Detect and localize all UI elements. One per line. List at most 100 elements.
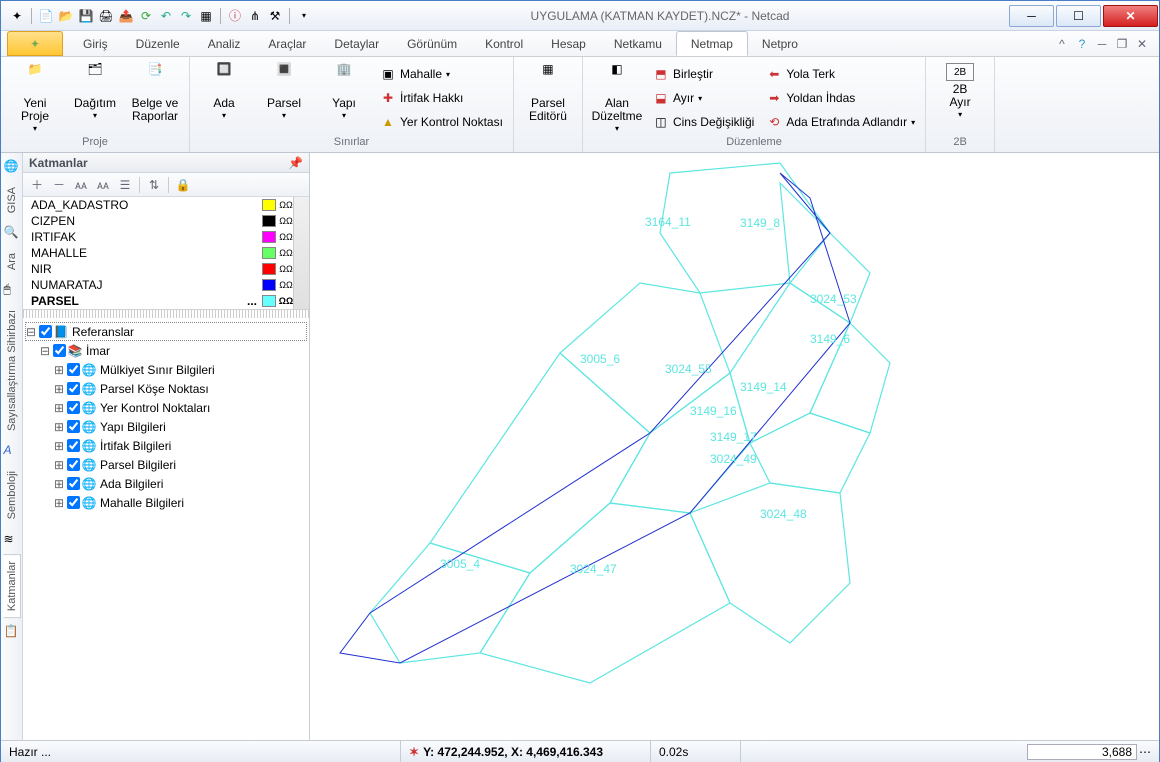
ada-etrafinda-button[interactable]: ⟲Ada Etrafında Adlandır ▾ xyxy=(762,111,919,133)
cins-button[interactable]: ◫Cins Değişikliği xyxy=(649,111,758,133)
tree-checkbox[interactable] xyxy=(67,420,80,433)
sidetab-gisa[interactable]: GISA xyxy=(4,181,20,219)
sort-icon[interactable]: ⇅ xyxy=(146,177,162,193)
2b-ayir-button[interactable]: 2B 2B Ayır▾ xyxy=(932,63,988,120)
alan-duzeltme-button[interactable]: ◧ Alan Düzeltme▾ xyxy=(589,63,645,134)
tree-item[interactable]: ⊞🌐Ada Bilgileri xyxy=(25,474,307,493)
grid-icon[interactable]: ▦ xyxy=(198,8,214,24)
scrollbar[interactable] xyxy=(293,197,309,309)
qat-dropdown-icon[interactable]: ▾ xyxy=(296,8,312,24)
parsel-editoru-button[interactable]: ▦ Parsel Editörü xyxy=(520,63,576,123)
tool-icon[interactable]: ⚒ xyxy=(267,8,283,24)
tree-item[interactable]: ⊞🌐İrtifak Bilgileri xyxy=(25,436,307,455)
help-icon[interactable]: ? xyxy=(1075,37,1089,51)
tree-checkbox[interactable] xyxy=(67,401,80,414)
status-value-input[interactable] xyxy=(1027,744,1137,760)
tree-item[interactable]: ⊞🌐Yer Kontrol Noktaları xyxy=(25,398,307,417)
map-canvas[interactable]: 3164_11 3149_8 3024_53 3149_6 3005_6 302… xyxy=(310,153,1159,740)
tab-araclar[interactable]: Araçlar xyxy=(254,31,320,56)
tab-netkamu[interactable]: Netkamu xyxy=(600,31,676,56)
ada-button[interactable]: 🔲 Ada▾ xyxy=(196,63,252,121)
sidetab-katmanlar[interactable]: Katmanlar xyxy=(3,554,21,618)
tree-checkbox[interactable] xyxy=(53,344,66,357)
print-icon[interactable]: 🖨 xyxy=(98,8,114,24)
tree-item[interactable]: ⊞🌐Mahalle Bilgileri xyxy=(25,493,307,512)
tree-item[interactable]: ⊞🌐Yapı Bilgileri xyxy=(25,417,307,436)
splitter[interactable] xyxy=(23,310,309,318)
graph-icon[interactable]: ⋔ xyxy=(247,8,263,24)
layer-row[interactable]: CIZPENΩΩ✖ xyxy=(23,213,309,229)
export-icon[interactable]: 📤 xyxy=(118,8,134,24)
undo-icon[interactable]: ↶ xyxy=(158,8,174,24)
layer-row[interactable]: NUMARATAJΩΩ✖ xyxy=(23,277,309,293)
layer-row[interactable]: MAHALLEΩΩ✖ xyxy=(23,245,309,261)
tree-checkbox[interactable] xyxy=(67,439,80,452)
layer-row[interactable]: ADA_KADASTROΩΩ✖ xyxy=(23,197,309,213)
tree-item[interactable]: ⊞🌐Parsel Bilgileri xyxy=(25,455,307,474)
tree-item[interactable]: ⊞🌐Parsel Köşe Noktası xyxy=(25,379,307,398)
redo-icon[interactable]: ↷ xyxy=(178,8,194,24)
status-more-icon[interactable]: ⋯ xyxy=(1139,745,1151,759)
close-button[interactable]: ✕ xyxy=(1103,5,1158,27)
yola-terk-button[interactable]: ⬅Yola Terk xyxy=(762,63,919,85)
layer-row[interactable]: PARSEL...ΩΩ✖ xyxy=(23,293,309,309)
extra-icon[interactable]: 📋 xyxy=(4,624,20,640)
parsel-button[interactable]: 🔳 Parsel▾ xyxy=(256,63,312,121)
lock-icon[interactable]: 🔒 xyxy=(175,177,191,193)
add-layer-icon[interactable]: ＋ xyxy=(29,177,45,193)
tab-kontrol[interactable]: Kontrol xyxy=(471,31,537,56)
wizard-icon[interactable]: 🖱 xyxy=(4,282,20,298)
symbology-icon[interactable]: A xyxy=(4,443,20,459)
tree-root[interactable]: ⊟📘Referanslar xyxy=(25,322,307,341)
yoldan-ihdas-button[interactable]: ➡Yoldan İhdas xyxy=(762,87,919,109)
tab-giris[interactable]: Giriş xyxy=(69,31,122,56)
tree-checkbox[interactable] xyxy=(39,325,52,338)
save-icon[interactable]: 💾 xyxy=(78,8,94,24)
sidetab-ara[interactable]: Ara xyxy=(4,247,20,276)
layer-row[interactable]: IRTIFAKΩΩ✖ xyxy=(23,229,309,245)
belge-raporlar-button[interactable]: 📑 Belge ve Raporlar xyxy=(127,63,183,123)
tab-duzenle[interactable]: Düzenle xyxy=(122,31,194,56)
ayir-button[interactable]: ⬓Ayır ▾ xyxy=(649,87,758,109)
birlestir-button[interactable]: ⬒Birleştir xyxy=(649,63,758,85)
collapse-ribbon-icon[interactable]: ^ xyxy=(1055,37,1069,51)
remove-layer-icon[interactable]: － xyxy=(51,177,67,193)
mahalle-button[interactable]: ▣Mahalle ▾ xyxy=(376,63,507,85)
refresh-green-icon[interactable]: ⟳ xyxy=(138,8,154,24)
minimize-button[interactable]: ─ xyxy=(1009,5,1054,27)
layer-row[interactable]: NIRΩΩ✖ xyxy=(23,261,309,277)
tab-detaylar[interactable]: Detaylar xyxy=(320,31,393,56)
irtifak-button[interactable]: ✚İrtifak Hakkı xyxy=(376,87,507,109)
tree-checkbox[interactable] xyxy=(67,458,80,471)
yer-kontrol-button[interactable]: ▲Yer Kontrol Noktası xyxy=(376,111,507,133)
filter2-icon[interactable]: ᴀᴀ xyxy=(95,177,111,193)
info-icon[interactable]: ⓘ xyxy=(227,8,243,24)
tab-hesap[interactable]: Hesap xyxy=(537,31,600,56)
list-icon[interactable]: ☰ xyxy=(117,177,133,193)
layers-icon[interactable]: ≋ xyxy=(4,532,20,548)
gisa-icon[interactable]: 🌐 xyxy=(4,159,20,175)
tree-checkbox[interactable] xyxy=(67,477,80,490)
tree-checkbox[interactable] xyxy=(67,363,80,376)
dagitim-button[interactable]: 🗂 Dağıtım▾ xyxy=(67,63,123,121)
yeni-proje-button[interactable]: 📁 Yeni Proje▾ xyxy=(7,63,63,134)
tree-checkbox[interactable] xyxy=(67,496,80,509)
tab-gorunum[interactable]: Görünüm xyxy=(393,31,471,56)
search-icon[interactable]: 🔍 xyxy=(4,225,20,241)
tree-checkbox[interactable] xyxy=(67,382,80,395)
tree-item[interactable]: ⊞🌐Mülkiyet Sınır Bilgileri xyxy=(25,360,307,379)
sidetab-sayisal[interactable]: Sayısallaştırma Sihirbazı xyxy=(4,304,20,437)
tab-netpro[interactable]: Netpro xyxy=(748,31,812,56)
close2-icon[interactable]: ✕ xyxy=(1135,37,1149,51)
new-icon[interactable]: 📄 xyxy=(38,8,54,24)
tab-netmap[interactable]: Netmap xyxy=(676,31,748,56)
tree-imar[interactable]: ⊟📚İmar xyxy=(25,341,307,360)
tab-analiz[interactable]: Analiz xyxy=(194,31,255,56)
maximize-button[interactable]: ☐ xyxy=(1056,5,1101,27)
pin-icon[interactable]: 📌 xyxy=(288,156,303,170)
file-tab[interactable]: ✦ xyxy=(7,31,63,56)
sidetab-semboloji[interactable]: Semboloji xyxy=(4,465,20,525)
open-icon[interactable]: 📂 xyxy=(58,8,74,24)
yapi-button[interactable]: 🏢 Yapı▾ xyxy=(316,63,372,121)
restore2-icon[interactable]: ❐ xyxy=(1115,37,1129,51)
